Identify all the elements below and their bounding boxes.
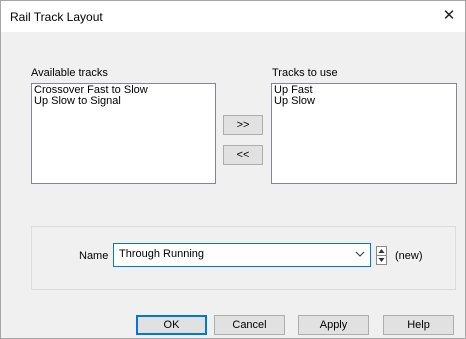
remove-track-button[interactable]: << bbox=[223, 145, 263, 165]
apply-button[interactable]: Apply bbox=[298, 315, 369, 335]
available-tracks-list[interactable]: Crossover Fast to Slow Up Slow to Signal bbox=[31, 83, 216, 184]
help-button[interactable]: Help bbox=[383, 315, 454, 335]
ok-button[interactable]: OK bbox=[136, 315, 207, 335]
window-title: Rail Track Layout bbox=[10, 10, 103, 24]
tracks-to-use-list[interactable]: Up Fast Up Slow bbox=[271, 83, 457, 184]
new-status-text: (new) bbox=[395, 250, 423, 262]
name-combobox[interactable]: Through Running bbox=[113, 243, 371, 267]
available-tracks-label: Available tracks bbox=[31, 67, 108, 79]
close-icon[interactable]: ✕ bbox=[436, 4, 462, 28]
dialog-window: Rail Track Layout ✕ Available tracks Cro… bbox=[0, 0, 466, 339]
list-item[interactable]: Up Slow bbox=[274, 96, 454, 107]
name-spinner[interactable] bbox=[376, 246, 387, 265]
spin-up-icon[interactable] bbox=[377, 247, 386, 255]
name-value: Through Running bbox=[119, 248, 205, 260]
chevron-down-icon[interactable] bbox=[355, 247, 365, 261]
name-label: Name bbox=[79, 250, 109, 262]
spin-down-icon[interactable] bbox=[377, 256, 386, 264]
tracks-to-use-label: Tracks to use bbox=[272, 67, 338, 79]
add-track-button[interactable]: >> bbox=[223, 115, 263, 135]
cancel-button[interactable]: Cancel bbox=[214, 315, 285, 335]
list-item[interactable]: Up Slow to Signal bbox=[34, 96, 213, 107]
title-bar[interactable]: Rail Track Layout ✕ bbox=[1, 1, 465, 32]
